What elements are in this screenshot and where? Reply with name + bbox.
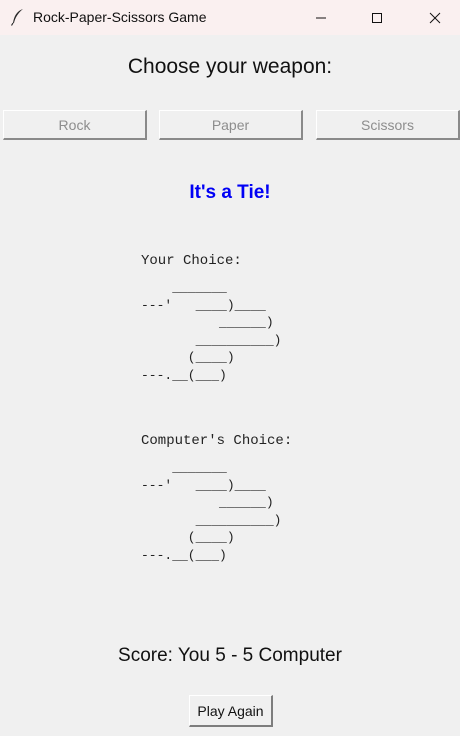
instruction-heading: Choose your weapon: (127, 55, 333, 78)
minimize-button[interactable] (298, 0, 344, 35)
title-bar[interactable]: Rock-Paper-Scissors Game (0, 0, 460, 35)
score-text: Score: You 5 - 5 Computer (118, 645, 342, 666)
close-button[interactable] (412, 0, 458, 35)
feather-icon (10, 9, 23, 26)
paper-button[interactable]: Paper (159, 110, 303, 140)
minimize-icon (316, 17, 326, 18)
result-text: It's a Tie! (189, 182, 271, 203)
scissors-button[interactable]: Scissors (316, 110, 460, 140)
computer-choice-label: Computer's Choice: (141, 433, 293, 449)
computer-choice-ascii-art: _______ ---' ____)____ ______) _________… (141, 460, 282, 563)
close-icon (429, 12, 441, 23)
play-again-button[interactable]: Play Again (189, 695, 273, 727)
maximize-icon (372, 12, 382, 23)
rock-button[interactable]: Rock (3, 110, 147, 140)
your-choice-ascii-art: _______ ---' ____)____ ______) _________… (141, 280, 282, 383)
maximize-button[interactable] (354, 0, 400, 35)
your-choice-label: Your Choice: (141, 253, 242, 269)
window-title: Rock-Paper-Scissors Game (33, 9, 207, 25)
app-window: Rock-Paper-Scissors Game Choose your wea… (0, 0, 460, 736)
